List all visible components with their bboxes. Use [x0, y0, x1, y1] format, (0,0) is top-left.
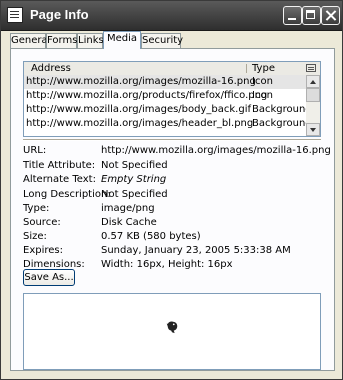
long-description-value: Not Specified	[101, 189, 168, 200]
media-url: http://www.mozilla.org/images/header_bl.…	[26, 118, 254, 129]
media-url: http://www.mozilla.org/products/firefox/…	[26, 90, 268, 101]
minimize-icon[interactable]	[283, 6, 302, 25]
source-value: Disk Cache	[101, 217, 157, 228]
type-label: Type:	[23, 203, 50, 214]
pane-splitter[interactable]	[23, 139, 321, 141]
url-label: URL:	[23, 145, 47, 156]
media-type: Icon	[252, 90, 273, 101]
size-value: 0.57 KB (580 bytes)	[101, 231, 201, 242]
close-icon[interactable]	[321, 6, 340, 25]
long-description-label: Long Description:	[23, 189, 111, 200]
media-url: http://www.mozilla.org/images/body_back.…	[26, 104, 251, 115]
type-value: image/png	[101, 203, 155, 214]
media-list[interactable]: Address Type http://www.mozilla.org/imag…	[23, 61, 321, 137]
media-row[interactable]: http://www.mozilla.org/images/mozilla-16…	[24, 75, 306, 89]
title-bar[interactable]: Page Info	[1, 1, 342, 31]
media-panel: Address Type http://www.mozilla.org/imag…	[10, 48, 335, 371]
column-header-address[interactable]: Address	[31, 62, 71, 75]
media-type: Icon	[252, 76, 273, 87]
save-as-button[interactable]: Save As...	[23, 269, 75, 286]
source-label: Source:	[23, 217, 61, 228]
tab-security[interactable]: Security	[141, 33, 183, 48]
scroll-thumb[interactable]	[306, 88, 320, 102]
tab-media[interactable]: Media	[103, 31, 141, 49]
tab-general[interactable]: General	[10, 33, 50, 48]
list-header: Address Type	[24, 62, 320, 76]
expires-label: Expires:	[23, 245, 63, 256]
window-title: Page Info	[30, 7, 89, 22]
media-type: Background	[252, 104, 312, 115]
image-preview	[23, 293, 321, 370]
media-row[interactable]: http://www.mozilla.org/products/firefox/…	[24, 89, 306, 103]
dimensions-value: Width: 16px, Height: 16px	[101, 259, 233, 270]
title-attribute-value: Not Specified	[101, 160, 168, 171]
column-divider[interactable]	[246, 64, 247, 73]
media-row[interactable]: http://www.mozilla.org/images/header_bl.…	[24, 117, 312, 131]
expires-value: Sunday, January 23, 2005 5:33:38 AM	[101, 245, 291, 256]
title-attribute-label: Title Attribute:	[23, 160, 96, 171]
tab-forms[interactable]: Forms	[46, 33, 77, 48]
media-row[interactable]: http://www.mozilla.org/images/body_back.…	[24, 103, 312, 117]
media-url: http://www.mozilla.org/images/mozilla-16…	[26, 76, 256, 87]
media-type: Background	[252, 118, 312, 129]
alternate-text-value: Empty String	[101, 174, 167, 185]
column-picker-icon[interactable]	[306, 64, 316, 72]
alternate-text-label: Alternate Text:	[23, 174, 96, 185]
url-value: http://www.mozilla.org/images/mozilla-16…	[101, 145, 331, 156]
tab-links[interactable]: Links	[77, 33, 104, 48]
page-info-icon	[7, 7, 23, 23]
size-label: Size:	[23, 231, 47, 242]
maximize-icon[interactable]	[302, 6, 321, 25]
page-info-window: Page Info General Forms Links Media Secu…	[0, 0, 343, 380]
scroll-down-icon[interactable]	[306, 123, 320, 136]
list-scrollbar[interactable]	[306, 75, 320, 136]
column-header-type[interactable]: Type	[252, 62, 275, 75]
scroll-up-icon[interactable]	[306, 75, 320, 88]
mozilla-dinosaur-icon	[166, 321, 178, 334]
